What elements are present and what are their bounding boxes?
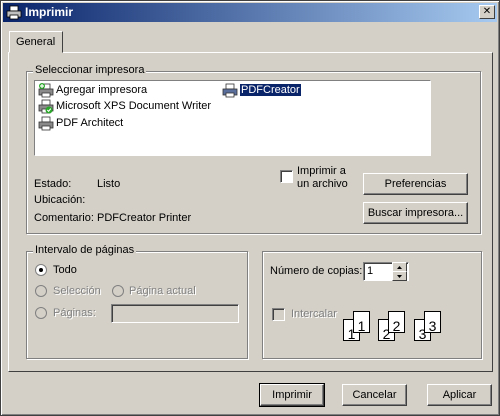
- page-range-legend: Intervalo de páginas: [33, 244, 137, 256]
- printer-icon: [38, 116, 54, 131]
- radio-selection-label[interactable]: Selección: [53, 285, 101, 297]
- printer-icon: [6, 5, 22, 20]
- printer-item-label: PDFCreator: [240, 84, 301, 96]
- status-value: Listo: [97, 178, 121, 190]
- collate-page-digit: 2: [392, 318, 401, 334]
- preferences-button[interactable]: Preferencias: [363, 173, 468, 195]
- radio-current-page-label[interactable]: Página actual: [129, 285, 196, 297]
- print-to-file-line2: un archivo: [297, 178, 348, 190]
- printer-item-pdf-architect[interactable]: PDF Architect: [38, 115, 123, 131]
- apply-button[interactable]: Aplicar: [427, 384, 492, 406]
- location-label: Ubicación:: [34, 194, 86, 206]
- tab-general[interactable]: General: [9, 31, 63, 53]
- printer-item-xps[interactable]: Microsoft XPS Document Writer: [38, 98, 211, 114]
- window-title: Imprimir: [25, 5, 74, 19]
- comment-value: PDFCreator Printer: [97, 212, 192, 224]
- close-button[interactable]: ✕: [479, 5, 495, 19]
- find-printer-button[interactable]: Buscar impresora...: [363, 202, 468, 224]
- arrow-down-icon: [397, 275, 402, 278]
- print-button[interactable]: Imprimir: [259, 383, 325, 407]
- status-label: Estado:: [34, 178, 72, 190]
- printer-item-agregar[interactable]: Agregar impresora: [38, 82, 147, 98]
- radio-pages[interactable]: [35, 307, 47, 319]
- tab-general-label: General: [16, 36, 56, 48]
- printer-list[interactable]: Agregar impresora Microsoft XPS Document…: [34, 80, 431, 156]
- default-printer-icon: [38, 99, 54, 114]
- printer-item-label: Agregar impresora: [56, 84, 148, 96]
- title-bar[interactable]: Imprimir ✕: [3, 3, 497, 22]
- comment-label: Comentario:: [34, 212, 94, 224]
- radio-selected-dot: [39, 268, 43, 272]
- copies-label: Número de copias:: [270, 265, 363, 277]
- radio-current-page[interactable]: [112, 285, 124, 297]
- printer-item-label: PDF Architect: [56, 117, 124, 129]
- cancel-button[interactable]: Cancelar: [342, 384, 407, 406]
- add-printer-icon: [38, 83, 54, 98]
- copies-input-value: 1: [367, 265, 374, 277]
- printer-item-pdfcreator[interactable]: PDFCreator: [222, 82, 301, 98]
- radio-all-label[interactable]: Todo: [53, 264, 77, 276]
- printer-item-label: Microsoft XPS Document Writer: [56, 100, 212, 112]
- radio-selection[interactable]: [35, 285, 47, 297]
- collate-illustration: 1 1 2 2 3 3: [343, 311, 448, 345]
- printer-icon: [222, 83, 238, 98]
- close-icon: ✕: [482, 6, 492, 17]
- select-printer-legend: Seleccionar impresora: [33, 64, 147, 76]
- collate-checkbox[interactable]: [272, 308, 285, 321]
- radio-pages-label[interactable]: Páginas:: [53, 307, 96, 319]
- copies-spin-down[interactable]: [392, 271, 407, 281]
- print-dialog: Imprimir ✕ General Seleccionar impresora…: [0, 0, 500, 416]
- pages-input[interactable]: [111, 304, 239, 323]
- collate-page-digit: 1: [357, 318, 366, 334]
- collate-page-digit: 3: [428, 318, 437, 334]
- print-to-file-label[interactable]: Imprimir a un archivo: [297, 165, 348, 191]
- radio-all[interactable]: [35, 264, 47, 276]
- print-to-file-line1: Imprimir a: [297, 165, 346, 177]
- collate-label[interactable]: Intercalar: [291, 308, 337, 320]
- arrow-up-icon: [397, 266, 402, 269]
- print-to-file-checkbox[interactable]: [280, 170, 293, 183]
